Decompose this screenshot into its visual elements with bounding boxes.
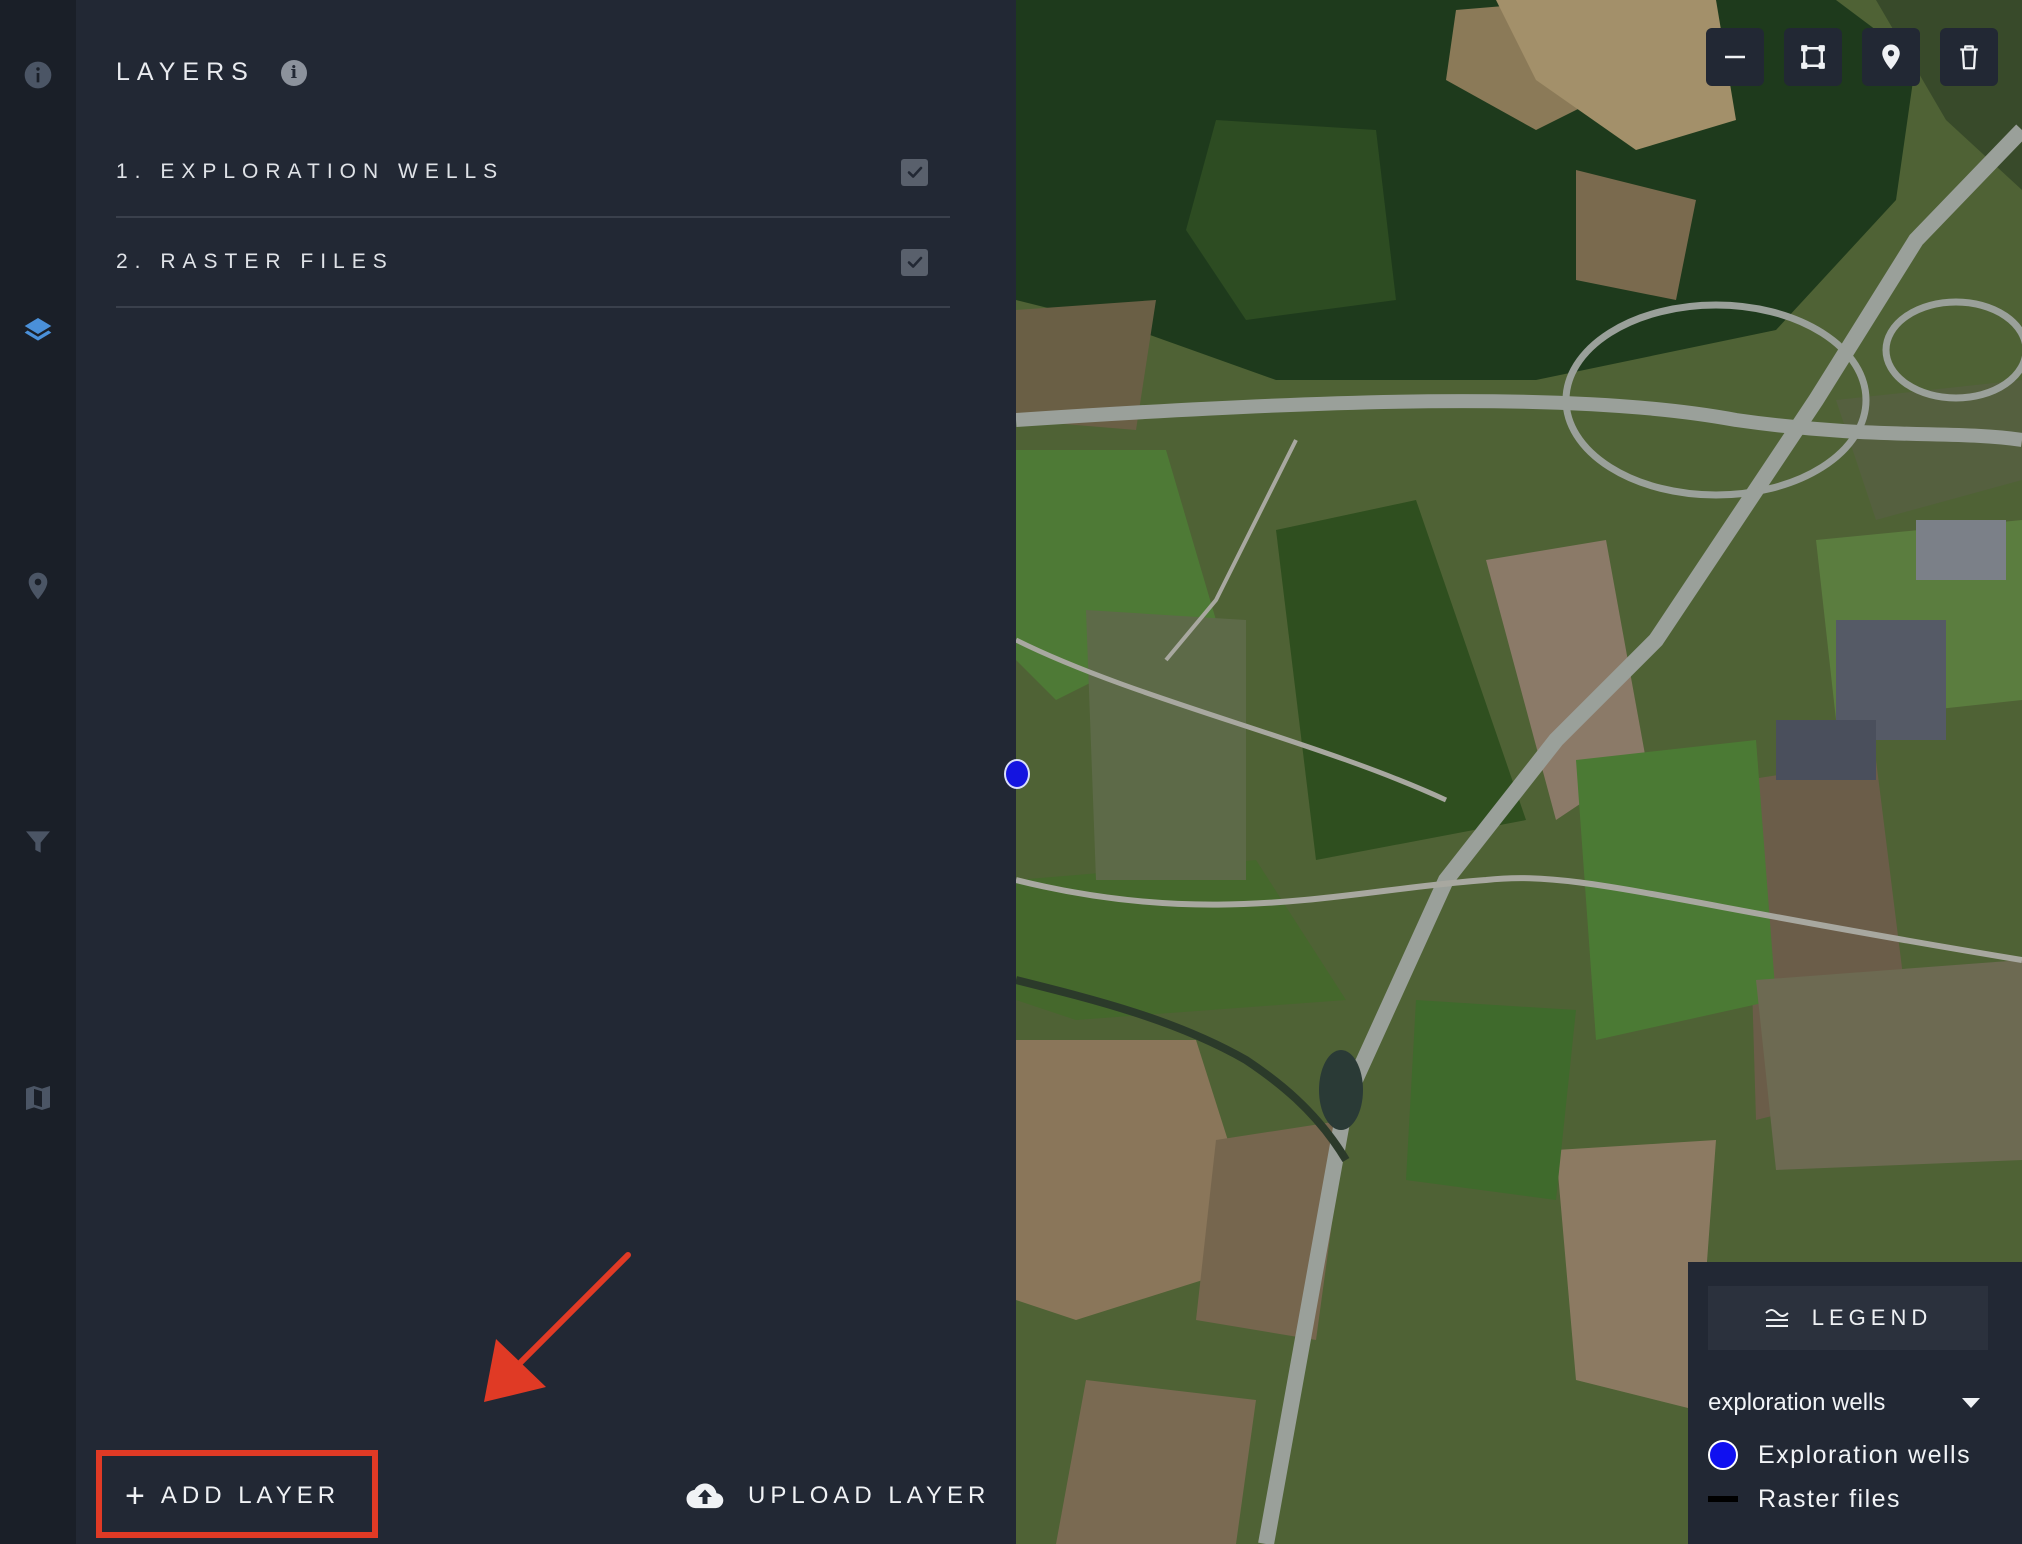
trash-icon bbox=[1960, 45, 1978, 70]
layers-icon bbox=[24, 318, 52, 341]
upload-layer-label: UPLOAD LAYER bbox=[748, 1482, 991, 1509]
layer-name: 2. RASTER FILES bbox=[116, 250, 394, 273]
legend-selected-layer: exploration wells bbox=[1708, 1389, 1886, 1416]
rectangle-select-icon bbox=[1801, 45, 1825, 69]
filter-icon bbox=[26, 831, 50, 853]
legend-item-raster-files: Raster files bbox=[1708, 1482, 2008, 1516]
layer-row-raster-files[interactable]: 2. RASTER FILES bbox=[116, 218, 950, 308]
icon-rail bbox=[0, 0, 76, 1544]
legend-toggle-button[interactable]: LEGEND bbox=[1708, 1286, 1988, 1350]
annotation-arrow-icon bbox=[484, 1252, 631, 1402]
info-icon bbox=[24, 61, 52, 89]
layers-panel: LAYERS i 1. EXPLORATION WELLS 2. RASTER … bbox=[76, 0, 1016, 1544]
app-root: LAYERS i 1. EXPLORATION WELLS 2. RASTER … bbox=[0, 0, 2022, 1544]
checkmark-icon bbox=[907, 256, 922, 268]
map-pin-icon bbox=[28, 572, 48, 600]
legend-item-label: Exploration wells bbox=[1758, 1440, 1972, 1469]
exploration-well-marker[interactable] bbox=[1004, 759, 1030, 789]
checkmark-icon bbox=[907, 166, 922, 178]
layer-list: 1. EXPLORATION WELLS 2. RASTER FILES bbox=[116, 128, 950, 308]
panel-title: LAYERS bbox=[116, 58, 255, 86]
layer-row-exploration-wells[interactable]: 1. EXPLORATION WELLS bbox=[116, 128, 950, 218]
plus-icon: + bbox=[125, 1477, 145, 1515]
rail-location-button[interactable] bbox=[0, 554, 76, 618]
legend-layer-select[interactable]: exploration wells bbox=[1708, 1386, 1988, 1420]
draw-marker-button[interactable] bbox=[1862, 28, 1920, 86]
delete-drawing-button[interactable] bbox=[1940, 28, 1998, 86]
panel-header: LAYERS i bbox=[116, 58, 307, 87]
rail-layers-button[interactable] bbox=[0, 298, 76, 362]
draw-line-button[interactable] bbox=[1706, 28, 1764, 86]
minus-line-icon bbox=[1725, 55, 1745, 59]
legend-title: LEGEND bbox=[1811, 1305, 1933, 1330]
black-line-icon bbox=[1708, 1496, 1738, 1502]
blue-circle-icon bbox=[1708, 1440, 1738, 1470]
upload-layer-button[interactable]: UPLOAD LAYER bbox=[686, 1477, 990, 1515]
legend-icon bbox=[1765, 1309, 1789, 1327]
layer-visibility-checkbox[interactable] bbox=[901, 158, 928, 186]
chevron-down-icon bbox=[1962, 1398, 1980, 1408]
legend-item-exploration-wells: Exploration wells bbox=[1708, 1438, 2008, 1472]
map-pin-icon bbox=[1882, 44, 1900, 70]
info-icon[interactable]: i bbox=[280, 59, 307, 86]
rail-info-button[interactable] bbox=[0, 43, 76, 107]
add-layer-label: ADD LAYER bbox=[160, 1482, 341, 1509]
layer-visibility-checkbox[interactable] bbox=[901, 248, 928, 276]
map-icon bbox=[26, 1086, 50, 1110]
legend-item-label: Raster files bbox=[1758, 1484, 1902, 1513]
map-draw-toolbar bbox=[1706, 28, 1998, 86]
add-layer-button[interactable]: + ADD LAYER bbox=[125, 1477, 340, 1515]
layer-name: 1. EXPLORATION WELLS bbox=[116, 160, 505, 183]
draw-rectangle-button[interactable] bbox=[1784, 28, 1842, 86]
cloud-upload-icon bbox=[686, 1483, 724, 1509]
rail-basemap-button[interactable] bbox=[0, 1066, 76, 1130]
rail-filter-button[interactable] bbox=[0, 810, 76, 874]
legend-panel: LEGEND exploration wells Exploration wel… bbox=[1688, 1262, 2022, 1544]
